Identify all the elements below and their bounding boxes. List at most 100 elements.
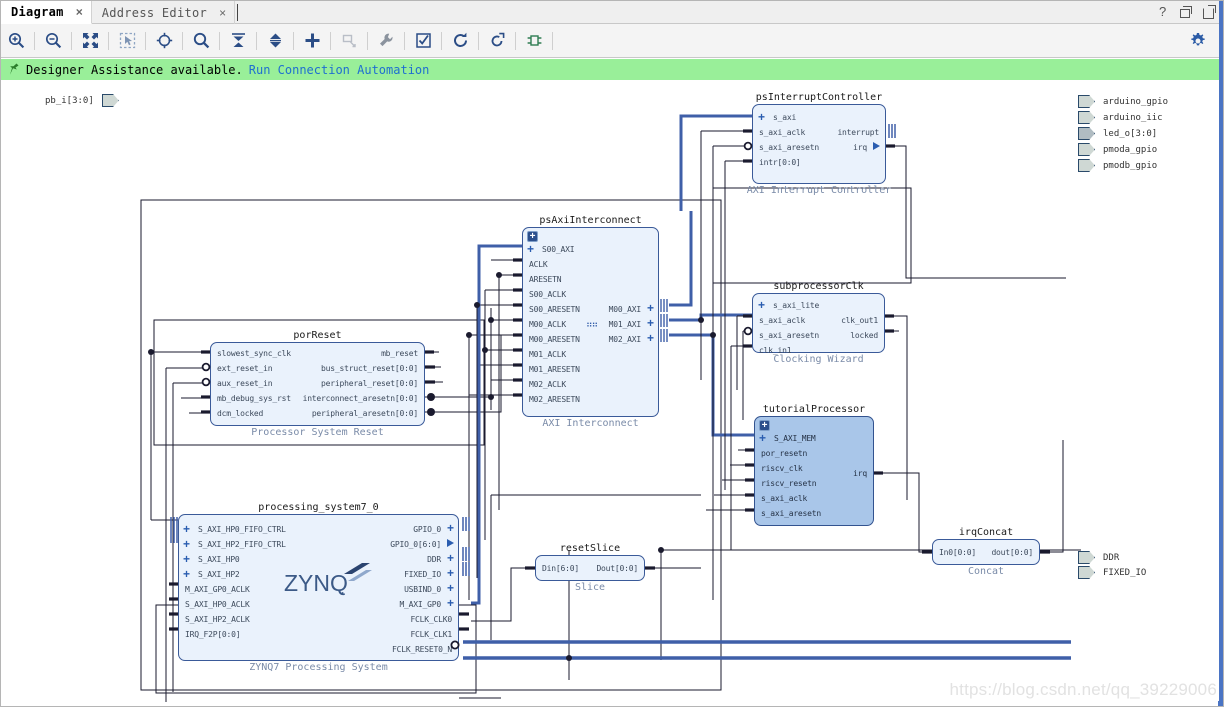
pin-s-axi-lite[interactable]: s_axi_lite bbox=[773, 301, 819, 311]
help-icon[interactable] bbox=[1157, 4, 1170, 19]
pin-s-axi-hp0-fifo-ctrl[interactable]: S_AXI_HP0_FIFO_CTRL bbox=[198, 525, 286, 535]
pin-dcm-locked[interactable]: dcm_locked bbox=[217, 409, 263, 419]
block-porreset[interactable]: porReset slowest_sync_clk ext_reset_in a… bbox=[210, 330, 425, 438]
external-port-pmoda-gpio[interactable]: pmoda_gpio bbox=[1078, 143, 1157, 156]
collapse-all-icon[interactable] bbox=[223, 26, 253, 56]
pin-m02-axi[interactable]: M02_AXI bbox=[609, 335, 642, 345]
pin-gpio-0-6-0[interactable]: GPIO_0[6:0] bbox=[390, 540, 441, 550]
pin-dout[interactable]: Dout[0:0] bbox=[596, 564, 638, 574]
pin-mb-reset[interactable]: mb_reset bbox=[381, 349, 418, 359]
expand-plus-icon-m01[interactable]: + bbox=[647, 317, 654, 329]
tab-diagram-close-icon[interactable]: × bbox=[76, 5, 83, 19]
expand-badge-icon[interactable]: + bbox=[527, 231, 538, 242]
external-port-pmodb-gpio[interactable]: pmodb_gpio bbox=[1078, 159, 1157, 172]
external-port-pb-i[interactable]: pb_i[3:0] bbox=[45, 94, 119, 107]
expand-plus-icon-fixedio[interactable]: + bbox=[447, 567, 454, 579]
zoom-out-icon[interactable] bbox=[38, 26, 68, 56]
pin-s-axi-aresetn[interactable]: s_axi_aresetn bbox=[761, 509, 821, 519]
pin-peripheral-aresetn[interactable]: peripheral_aresetn[0:0] bbox=[312, 409, 418, 419]
expand-all-icon[interactable] bbox=[260, 26, 290, 56]
pin-usbind-0[interactable]: USBIND_0 bbox=[404, 585, 441, 595]
pin-s-axi-hp2-aclk[interactable]: S_AXI_HP2_ACLK bbox=[185, 615, 250, 625]
expand-plus-icon-hp0-fifo[interactable]: + bbox=[183, 523, 190, 535]
external-port-arduino-iic[interactable]: arduino_iic bbox=[1078, 111, 1163, 124]
pin-s00-axi[interactable]: S00_AXI bbox=[542, 245, 575, 255]
external-port-arduino-gpio[interactable]: arduino_gpio bbox=[1078, 95, 1168, 108]
float-icon[interactable] bbox=[1203, 6, 1216, 19]
block-tutorialprocessor[interactable]: tutorialProcessor + + S_AXI_MEM por_rese… bbox=[754, 404, 874, 526]
pin-irq[interactable]: irq bbox=[853, 143, 867, 153]
regenerate-layout-icon[interactable] bbox=[445, 26, 475, 56]
pin-m01-aclk[interactable]: M01_ACLK bbox=[529, 350, 566, 360]
pin-s-axi-hp2-fifo-ctrl[interactable]: S_AXI_HP2_FIFO_CTRL bbox=[198, 540, 286, 550]
optimize-routing-icon[interactable] bbox=[482, 26, 512, 56]
pin-s-axi-hp0[interactable]: S_AXI_HP0 bbox=[198, 555, 240, 565]
expand-plus-icon[interactable]: + bbox=[759, 432, 766, 444]
expand-plus-icon-gpio0[interactable]: + bbox=[447, 522, 454, 534]
pin-irq[interactable]: irq bbox=[853, 469, 867, 479]
pin-s-axi-aresetn[interactable]: s_axi_aresetn bbox=[759, 331, 819, 341]
pin-m02-aclk[interactable]: M02_ACLK bbox=[529, 380, 566, 390]
vertical-scrollbar[interactable] bbox=[1219, 1, 1223, 706]
pin-m00-aresetn[interactable]: M00_ARESETN bbox=[529, 335, 580, 345]
add-module-icon[interactable] bbox=[334, 26, 364, 56]
pin-s-axi-aclk[interactable]: s_axi_aclk bbox=[761, 494, 807, 504]
expand-plus-icon-ddr[interactable]: + bbox=[447, 552, 454, 564]
fit-selection-icon[interactable] bbox=[149, 26, 179, 56]
pin-ddr[interactable]: DDR bbox=[427, 555, 441, 565]
add-ip-icon[interactable] bbox=[297, 26, 327, 56]
expand-plus-icon-hp2[interactable]: + bbox=[183, 568, 190, 580]
pin-aresetn[interactable]: ARESETN bbox=[529, 275, 562, 285]
pin-m00-aclk[interactable]: M00_ACLK bbox=[529, 320, 566, 330]
pin-slowest-sync-clk[interactable]: slowest_sync_clk bbox=[217, 349, 291, 359]
pin-s-axi[interactable]: s_axi bbox=[773, 113, 796, 123]
expand-plus-icon-usbind[interactable]: + bbox=[447, 582, 454, 594]
expand-plus-icon[interactable]: + bbox=[758, 299, 765, 311]
expand-plus-icon-hp0[interactable]: + bbox=[183, 553, 190, 565]
pin-m-axi-gp0-aclk[interactable]: M_AXI_GP0_ACLK bbox=[185, 585, 250, 595]
tab-diagram[interactable]: Diagram × bbox=[1, 1, 92, 24]
pin-irq-f2p[interactable]: IRQ_F2P[0:0] bbox=[185, 630, 241, 640]
pin-s-axi-mem[interactable]: S_AXI_MEM bbox=[774, 434, 816, 444]
block-psinterruptcontroller[interactable]: psInterruptController + s_axi s_axi_aclk… bbox=[747, 92, 892, 196]
expand-plus-icon-m02[interactable]: + bbox=[647, 332, 654, 344]
pin-s-axi-aclk[interactable]: s_axi_aclk bbox=[759, 316, 805, 326]
pin-m01-aresetn[interactable]: M01_ARESETN bbox=[529, 365, 580, 375]
settings-wrench-icon[interactable] bbox=[371, 26, 401, 56]
expand-badge-icon[interactable]: + bbox=[759, 420, 770, 431]
pin-fclk-reset0-n[interactable]: FCLK_RESET0_N bbox=[392, 645, 452, 655]
tab-address-editor-close-icon[interactable]: × bbox=[219, 6, 226, 20]
pin-s00-aresetn[interactable]: S00_ARESETN bbox=[529, 305, 580, 315]
expand-plus-icon[interactable]: + bbox=[758, 111, 765, 123]
expand-plus-icon-hp2-fifo[interactable]: + bbox=[183, 538, 190, 550]
expand-plus-icon[interactable]: + bbox=[527, 243, 534, 255]
pin-s00-aclk[interactable]: S00_ACLK bbox=[529, 290, 566, 300]
pin-m00-axi[interactable]: M00_AXI bbox=[609, 305, 642, 315]
pin-clk-out1[interactable]: clk_out1 bbox=[841, 316, 878, 326]
block-processing-system7-0[interactable]: processing_system7_0 + S_AXI_HP0_FIFO_CT… bbox=[178, 502, 459, 673]
external-port-ddr[interactable]: DDR bbox=[1078, 551, 1119, 564]
block-subprocessorclk[interactable]: subprocessorClk + s_axi_lite s_axi_aclk … bbox=[752, 281, 885, 365]
zoom-fit-icon[interactable] bbox=[75, 26, 105, 56]
pin-aclk[interactable]: ACLK bbox=[529, 260, 548, 270]
pin-riscv-clk[interactable]: riscv_clk bbox=[761, 464, 803, 474]
block-resetslice[interactable]: resetSlice Din[6:0] Dout[0:0] Slice bbox=[535, 543, 645, 593]
pin-fixed-io[interactable]: FIXED_IO bbox=[404, 570, 441, 580]
pin-peripheral-reset[interactable]: peripheral_reset[0:0] bbox=[321, 379, 418, 389]
run-connection-automation-link[interactable]: Run Connection Automation bbox=[249, 63, 430, 77]
pin-locked[interactable]: locked bbox=[850, 331, 878, 341]
pin-in0[interactable]: In0[0:0] bbox=[939, 548, 976, 558]
pin-dout[interactable]: dout[0:0] bbox=[991, 548, 1033, 558]
pin-gpio-0[interactable]: GPIO_0 bbox=[413, 525, 441, 535]
restore-icon[interactable] bbox=[1180, 5, 1193, 19]
pin-s-axi-hp0-aclk[interactable]: S_AXI_HP0_ACLK bbox=[185, 600, 250, 610]
pin-din[interactable]: Din[6:0] bbox=[542, 564, 579, 574]
pin-fclk-clk0[interactable]: FCLK_CLK0 bbox=[410, 615, 452, 625]
tab-address-editor[interactable]: Address Editor × bbox=[92, 1, 236, 24]
block-psaxiinterconnect[interactable]: psAxiInterconnect + + S00_AXI ACLK ARESE… bbox=[522, 215, 659, 429]
pin-mb-debug-sys-rst[interactable]: mb_debug_sys_rst bbox=[217, 394, 291, 404]
pin-riscv-resetn[interactable]: riscv_resetn bbox=[761, 479, 817, 489]
pin-s-axi-hp2[interactable]: S_AXI_HP2 bbox=[198, 570, 240, 580]
pin-interconnect-aresetn[interactable]: interconnect_aresetn[0:0] bbox=[303, 394, 419, 404]
pin-fclk-clk1[interactable]: FCLK_CLK1 bbox=[410, 630, 452, 640]
